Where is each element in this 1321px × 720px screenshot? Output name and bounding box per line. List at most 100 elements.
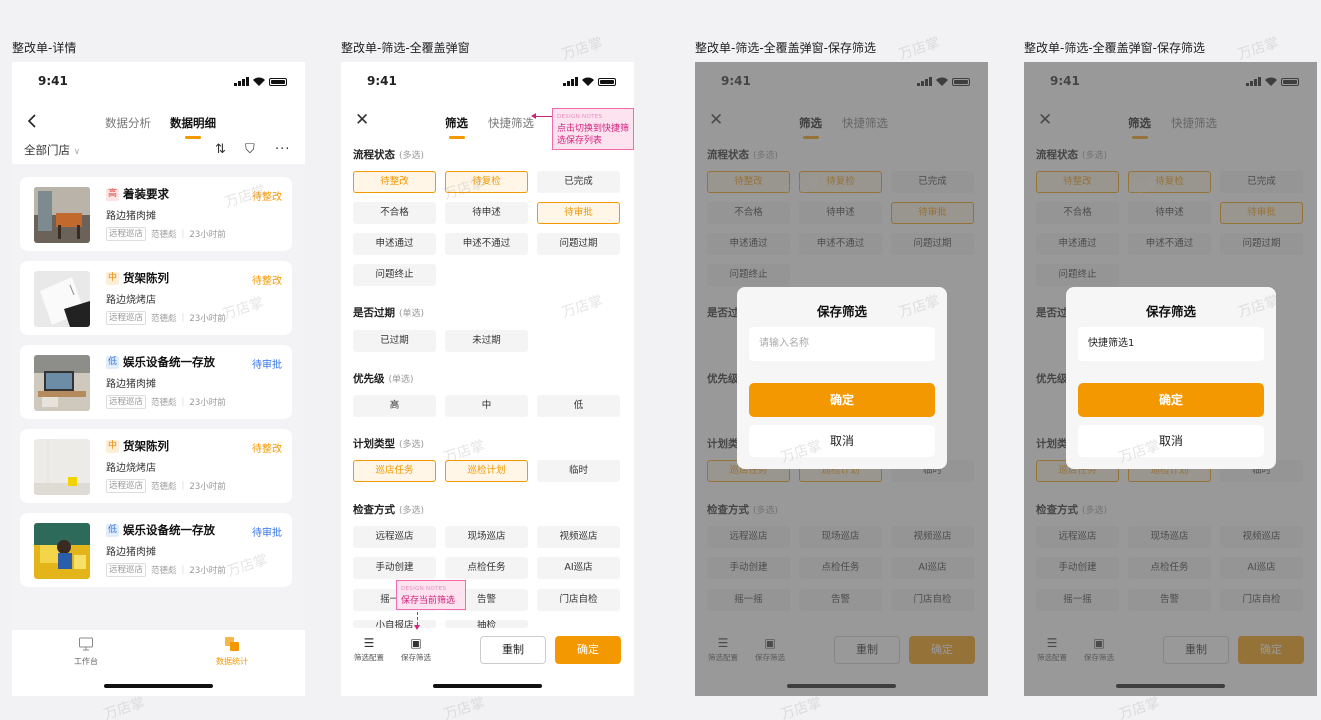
chip-option[interactable]: 待申述	[445, 202, 528, 224]
list-item[interactable]: 低 娱乐设备统一存放 待审批 路边猪肉摊 远程巡店 范德彪 | 23小时前	[20, 513, 292, 587]
note-arrow-head	[531, 113, 536, 119]
filter-config-button[interactable]: ☰ 筛选配置	[349, 636, 389, 663]
back-icon[interactable]	[26, 114, 40, 128]
statistics-icon	[225, 637, 239, 651]
chip-option[interactable]: 巡店任务	[353, 460, 436, 482]
monitor-icon	[79, 637, 93, 651]
save-filter-dialog: 保存筛选 快捷筛选1 确定 取消	[1066, 287, 1276, 469]
status-icons	[234, 77, 287, 86]
sliders-icon: ☰	[363, 636, 375, 650]
tabbar-label: 工作台	[74, 657, 98, 666]
chip-option[interactable]: 手动创建	[353, 557, 436, 579]
store-name: 路边烧烤店	[106, 295, 156, 306]
section-title-plan: 计划类型 (多选)	[353, 436, 424, 451]
priority-badge: 中	[106, 272, 120, 285]
sort-icon[interactable]: ⇅	[215, 142, 226, 157]
watermark: 万店掌	[441, 694, 487, 720]
chip-option[interactable]: 待复检	[445, 171, 528, 193]
list-item[interactable]: 中 货架陈列 待整改 路边烧烤店 远程巡店 范德彪 | 23小时前	[20, 429, 292, 503]
card-meta: 远程巡店 范德彪 | 23小时前	[106, 479, 226, 493]
section-title-priority: 优先级 (单选)	[353, 371, 414, 386]
save-filter-button[interactable]: ▣ 保存筛选	[396, 636, 436, 663]
confirm-button[interactable]: 确定	[555, 636, 621, 664]
chip-option[interactable]: 远程巡店	[353, 526, 436, 548]
time-ago: 23小时前	[189, 398, 226, 408]
time-ago: 23小时前	[189, 230, 226, 240]
frame-title: 整改单-筛选-全覆盖弹窗-保存筛选	[1024, 41, 1205, 55]
store-select[interactable]: 全部门店 ∨	[24, 142, 80, 158]
card-title: 娱乐设备统一存放	[123, 523, 215, 537]
phone-filter: 9:41 ✕ 筛选 快捷筛选 流程状态 (多选) 待整改 待复检 已完成 不合格 …	[341, 62, 634, 696]
chevron-down-icon: ∨	[73, 147, 81, 157]
dialog-confirm-button[interactable]: 确定	[1078, 383, 1264, 417]
dialog-cancel-button[interactable]: 取消	[749, 425, 935, 457]
status-badge: 待审批	[252, 528, 282, 539]
list-item[interactable]: 中 货架陈列 待整改 路边烧烤店 远程巡店 范德彪 | 23小时前	[20, 261, 292, 335]
watermark: 万店掌	[896, 34, 942, 64]
tabbar-item-statistics[interactable]: 数据统计	[202, 636, 262, 667]
chip-option[interactable]: 已过期	[353, 330, 436, 352]
tab-data-detail[interactable]: 数据明细	[170, 115, 216, 139]
section-label: 计划类型	[353, 438, 395, 450]
reset-button[interactable]: 重制	[480, 636, 546, 664]
filter-footer: ☰ 筛选配置 ▣ 保存筛选 重制 确定	[341, 628, 634, 668]
section-title-flow: 流程状态 (多选)	[353, 147, 424, 162]
list-item[interactable]: 高 着装要求 待整改 路边猪肉摊 远程巡店 范德彪 | 23小时前	[20, 177, 292, 251]
chip-option[interactable]: 小自报店	[353, 620, 436, 628]
store-select-label: 全部门店	[24, 143, 70, 157]
chip-option[interactable]: 高	[353, 395, 436, 417]
section-label: 是否过期	[353, 307, 395, 319]
chip-option[interactable]: 问题终止	[353, 264, 436, 286]
chip-option[interactable]: 临时	[537, 460, 620, 482]
list-item[interactable]: 低 娱乐设备统一存放 待审批 路边猪肉摊 远程巡店 范德彪 | 23小时前	[20, 345, 292, 419]
dialog-cancel-button[interactable]: 取消	[1078, 425, 1264, 457]
priority-badge: 低	[106, 356, 120, 369]
thumbnail-image	[34, 271, 90, 327]
tabbar-item-workbench[interactable]: 工作台	[56, 636, 116, 667]
tab-quick-filter[interactable]: 快捷筛选	[488, 115, 534, 131]
priority-badge: 中	[106, 440, 120, 453]
watermark: 万店掌	[1116, 694, 1162, 720]
dialog-title: 保存筛选	[1145, 304, 1196, 319]
chip-option[interactable]: 点检任务	[445, 557, 528, 579]
status-badge: 待整改	[252, 276, 282, 287]
chip-option[interactable]: AI巡店	[537, 557, 620, 579]
dialog-confirm-button[interactable]: 确定	[749, 383, 935, 417]
filter-name-input[interactable]: 快捷筛选1	[1078, 327, 1264, 361]
chip-option[interactable]: 问题过期	[537, 233, 620, 255]
card-title: 娱乐设备统一存放	[123, 355, 215, 369]
chip-option[interactable]: 申述不通过	[445, 233, 528, 255]
card-meta: 远程巡店 范德彪 | 23小时前	[106, 227, 226, 241]
chip-option[interactable]: 巡检计划	[445, 460, 528, 482]
chip-option[interactable]: 待审批	[537, 202, 620, 224]
section-title-expired: 是否过期 (单选)	[353, 305, 424, 320]
person-name: 范德彪	[151, 566, 177, 576]
section-label: 优先级	[353, 373, 385, 385]
thumbnail-image	[34, 355, 90, 411]
chip-option[interactable]: 不合格	[353, 202, 436, 224]
tab-filter[interactable]: 筛选	[445, 115, 468, 139]
tab-data-analysis[interactable]: 数据分析	[105, 115, 151, 131]
design-note-save: DESIGN NOTES 保存当前筛选	[396, 580, 466, 610]
card-title: 着装要求	[123, 187, 169, 201]
chip-option[interactable]: 已完成	[537, 171, 620, 193]
chip-option[interactable]: 低	[537, 395, 620, 417]
chip-option[interactable]: 待整改	[353, 171, 436, 193]
chip-option[interactable]: 申述通过	[353, 233, 436, 255]
filter-icon[interactable]: ⛉	[245, 142, 255, 157]
wifi-icon	[253, 77, 265, 86]
note-arrow	[535, 116, 552, 117]
filter-name-input[interactable]: 请输入名称	[749, 327, 935, 361]
chip-option[interactable]: 未过期	[445, 330, 528, 352]
close-icon[interactable]: ✕	[355, 112, 369, 129]
time-ago: 23小时前	[189, 566, 226, 576]
chip-option[interactable]: 抽检	[445, 620, 528, 628]
chip-option[interactable]: 视频巡店	[537, 526, 620, 548]
person-name: 范德彪	[151, 314, 177, 324]
chip-option[interactable]: 现场巡店	[445, 526, 528, 548]
chip-option[interactable]: 门店自检	[537, 589, 620, 611]
source-tag: 远程巡店	[106, 311, 147, 325]
more-icon[interactable]: ···	[275, 142, 290, 157]
section-hint: (单选)	[399, 309, 425, 319]
chip-option[interactable]: 中	[445, 395, 528, 417]
